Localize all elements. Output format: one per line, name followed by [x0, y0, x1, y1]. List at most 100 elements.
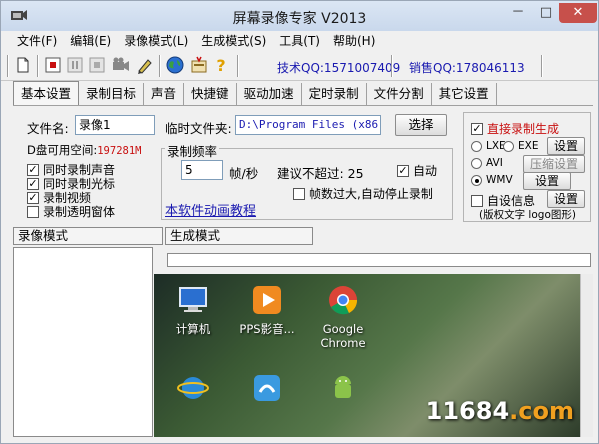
desktop-icon: [308, 372, 378, 410]
menu-help[interactable]: 帮助(H): [333, 31, 375, 51]
checkbox-checked: ✓: [27, 190, 39, 204]
toolbar-separator: [37, 55, 39, 77]
sales-qq-label: 销售QQ:178046113: [409, 61, 525, 75]
preview-scrollbar[interactable]: [580, 274, 593, 437]
auto-label: 自动: [413, 164, 438, 178]
toolbar-separator: [541, 55, 543, 77]
settings-button-exe[interactable]: 设置: [547, 137, 585, 155]
chrome-icon: [329, 286, 358, 315]
tab-file-split[interactable]: 文件分割: [367, 83, 432, 105]
desktop-icon: PPS影音...: [232, 284, 302, 336]
compress-settings-button[interactable]: 压缩设置: [523, 155, 585, 173]
filename-input[interactable]: 录像1: [75, 115, 155, 135]
pause-icon[interactable]: [65, 55, 85, 75]
wmv-radio[interactable]: WMV: [471, 174, 513, 186]
avi-radio[interactable]: AVI: [471, 157, 503, 169]
desktop-icon-label: 计算机: [175, 322, 211, 336]
checkbox-unchecked: [471, 194, 483, 207]
tab-basic[interactable]: 基本设置: [13, 81, 80, 105]
wmv-label: WMV: [486, 174, 513, 186]
disk-space-label: D盘可用空间:197281M: [27, 142, 142, 158]
computer-icon: [179, 287, 207, 312]
site-watermark: 11684.com: [426, 397, 574, 425]
tab-hotkeys[interactable]: 快捷键: [184, 83, 237, 105]
tab-sound[interactable]: 声音: [144, 83, 185, 105]
toolbar-separator: [237, 55, 239, 77]
frame-rate-title: 录制频率: [165, 141, 220, 160]
tab-scheduled[interactable]: 定时录制: [302, 83, 367, 105]
tab-record-target[interactable]: 录制目标: [79, 83, 145, 105]
tab-driver-accel[interactable]: 驱动加速: [237, 83, 302, 105]
record-list[interactable]: [13, 247, 153, 437]
watermark-main: 11684: [425, 397, 510, 425]
tutorial-link[interactable]: 本软件动画教程: [165, 200, 256, 219]
help-icon[interactable]: ?: [211, 55, 231, 75]
settings-button-info[interactable]: 设置: [547, 190, 585, 208]
record-transparent-label: 录制透明窗体: [43, 205, 116, 219]
toolbar-separator: [7, 55, 9, 77]
desktop-icon: [232, 372, 302, 410]
settings-button-wmv[interactable]: 设置: [523, 172, 571, 190]
basic-settings-panel: 文件名: 录像1 临时文件夹: D:\Program Files (x86)\ …: [13, 105, 593, 225]
toolbar-separator: [159, 55, 161, 77]
radio-off: [471, 157, 482, 169]
checkbox-checked: ✓: [397, 163, 409, 177]
filename-label: 文件名:: [27, 121, 69, 136]
pen-icon[interactable]: [135, 55, 155, 75]
record-icon[interactable]: [43, 55, 63, 75]
radio-off: [471, 140, 482, 152]
disk-space-value: 197281M: [97, 145, 142, 157]
menu-file[interactable]: 文件(F): [17, 31, 57, 51]
settings-icon[interactable]: [189, 55, 209, 75]
menu-tools[interactable]: 工具(T): [279, 31, 320, 51]
toolbar: ? 技术QQ:1571007409 销售QQ:178046113: [1, 51, 598, 81]
radio-off: [503, 140, 514, 152]
title-bar[interactable]: 屏幕录像专家 V2013 － □ ✕: [1, 1, 598, 31]
android-icon: [335, 376, 351, 398]
menu-record-mode[interactable]: 录像模式(L): [124, 31, 188, 51]
toolbar-separator: [391, 55, 393, 77]
avi-label: AVI: [486, 157, 503, 169]
stop-icon[interactable]: [87, 55, 107, 75]
direct-generate-label: 直接录制生成: [487, 122, 560, 136]
tempfolder-label: 临时文件夹:: [165, 121, 232, 136]
camera-icon[interactable]: [111, 55, 131, 75]
tab-other[interactable]: 其它设置: [432, 83, 497, 105]
desktop-icon: Google Chrome: [308, 284, 378, 350]
generate-mode-header[interactable]: 生成模式: [165, 227, 313, 245]
exe-label: EXE: [518, 140, 539, 152]
maximize-button[interactable]: □: [534, 3, 558, 23]
pps-icon: [253, 286, 281, 314]
screen-preview: 计算机 PPS影音... Google Chrome 11684.com: [154, 274, 580, 437]
close-button[interactable]: ✕: [559, 3, 597, 23]
fps-unit-label: 帧/秒: [229, 166, 259, 181]
record-transparent-checkbox[interactable]: 录制透明窗体: [27, 203, 115, 220]
auto-stop-checkbox[interactable]: 帧数过大,自动停止录制: [293, 185, 433, 202]
fps-input[interactable]: 5: [181, 160, 223, 180]
tempfolder-input[interactable]: D:\Program Files (x86)\: [235, 115, 381, 135]
timeline-slider[interactable]: [167, 253, 591, 267]
lxe-radio[interactable]: LXE: [471, 140, 506, 152]
menu-generate-mode[interactable]: 生成模式(S): [201, 31, 266, 51]
select-folder-button[interactable]: 选择: [395, 114, 447, 136]
menu-bar: 文件(F) 编辑(E) 录像模式(L) 生成模式(S) 工具(T) 帮助(H): [1, 31, 598, 51]
watermark-suffix: .com: [509, 397, 574, 425]
desktop-icon: [158, 372, 228, 410]
checkbox-unchecked: [27, 205, 39, 218]
globe-icon[interactable]: [165, 55, 185, 75]
desktop-icon-label: Google Chrome: [320, 322, 366, 350]
disk-space-label-text: D盘可用空间:: [27, 143, 98, 157]
checkbox-checked: ✓: [27, 176, 39, 190]
exe-radio[interactable]: EXE: [503, 140, 538, 152]
desktop-icon-label: PPS影音...: [239, 322, 295, 336]
svg-text:?: ?: [216, 56, 225, 75]
auto-stop-label: 帧数过大,自动停止录制: [309, 187, 433, 201]
menu-edit[interactable]: 编辑(E): [70, 31, 111, 51]
new-file-icon[interactable]: [13, 55, 33, 75]
app-window: 屏幕录像专家 V2013 － □ ✕ 文件(F) 编辑(E) 录像模式(L) 生…: [0, 0, 599, 444]
direct-generate-checkbox[interactable]: ✓ 直接录制生成: [471, 120, 559, 137]
record-mode-header[interactable]: 录像模式: [13, 227, 163, 245]
settings-tabs: 基本设置 录制目标 声音 快捷键 驱动加速 定时录制 文件分割 其它设置: [13, 81, 497, 105]
auto-checkbox[interactable]: ✓ 自动: [397, 162, 437, 179]
minimize-button[interactable]: －: [506, 3, 530, 23]
